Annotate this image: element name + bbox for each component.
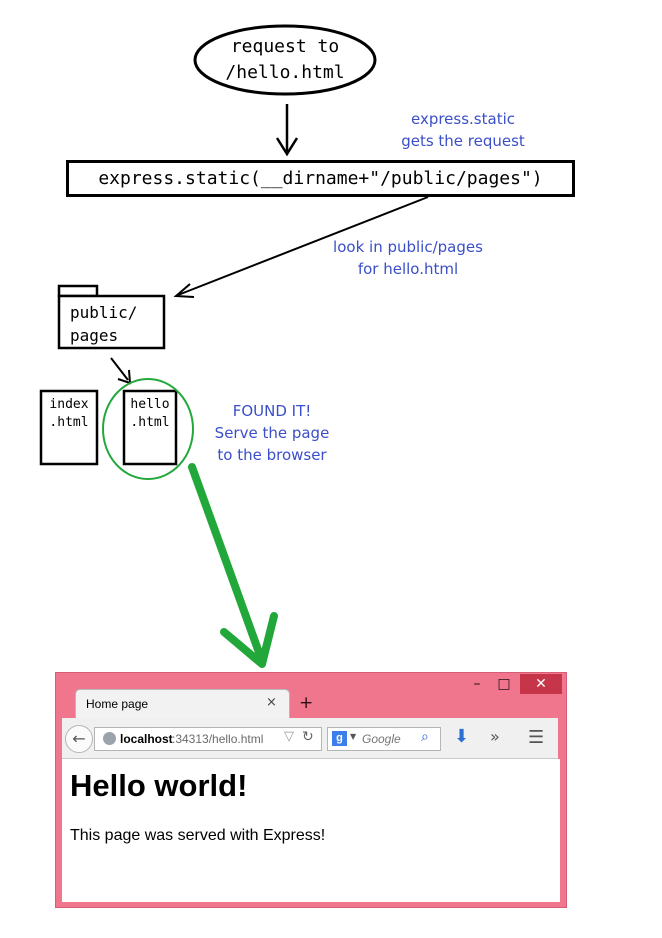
note3-line1: FOUND IT! (232, 402, 312, 420)
arrow-folder-to-file (110, 357, 129, 381)
google-icon[interactable]: g (332, 731, 347, 746)
note1-line1: express.static (410, 110, 515, 128)
file-hello-label: hello .html (124, 396, 176, 432)
maximize-button[interactable]: □ (494, 674, 514, 696)
folder-label: public/ pages (70, 301, 166, 347)
url-host: localhost (120, 732, 173, 746)
note-express-static: express.static gets the request (388, 108, 538, 152)
new-tab-button[interactable]: + (299, 693, 313, 713)
back-icon[interactable]: ← (65, 725, 93, 753)
file-hello-line2: .html (130, 415, 170, 430)
note2-line1: look in public/pages (333, 238, 483, 256)
chevron-down-icon[interactable]: ▼ (350, 732, 356, 741)
note2-line2: for hello.html (357, 260, 459, 278)
file-index-line2: .html (49, 415, 89, 430)
note-found-it: FOUND IT! Serve the page to the browser (203, 400, 341, 466)
tab-title: Home page (86, 697, 149, 711)
globe-icon (103, 732, 116, 745)
close-window-button[interactable]: ✕ (520, 674, 562, 694)
note1-line2: gets the request (401, 132, 525, 150)
page-paragraph: This page was served with Express! (70, 827, 326, 844)
search-icon[interactable]: ⌕ (421, 729, 429, 745)
menu-icon[interactable]: ☰ (528, 727, 544, 748)
tab-close-icon[interactable]: × (266, 695, 277, 710)
page-heading: Hello world! (70, 768, 248, 803)
note-look-in-folder: look in public/pages for hello.html (322, 236, 494, 280)
overflow-icon[interactable]: » (490, 727, 500, 746)
star-icon[interactable]: ▽ (284, 729, 294, 744)
request-label: request to /hello.html (200, 34, 370, 86)
url-path: :34313/hello.html (172, 732, 264, 746)
download-icon[interactable]: ⬇ (454, 726, 469, 747)
reload-icon[interactable]: ↻ (302, 729, 314, 745)
folder-label-line1: public/ (70, 303, 138, 322)
file-index-line1: index (49, 397, 89, 412)
search-placeholder: Google (362, 732, 401, 746)
minimize-button[interactable]: – (467, 674, 487, 696)
folder-tab (57, 284, 99, 298)
note3-line3: to the browser (217, 446, 327, 464)
request-label-line2: /hello.html (225, 62, 345, 83)
file-index-label: index .html (41, 396, 97, 432)
note3-line2: Serve the page (214, 424, 330, 442)
request-label-line1: request to (230, 36, 340, 57)
file-hello-line1: hello (130, 397, 170, 412)
folder-label-line2: pages (70, 326, 119, 345)
express-static-label: express.static(__dirname+"/public/pages"… (98, 168, 543, 189)
